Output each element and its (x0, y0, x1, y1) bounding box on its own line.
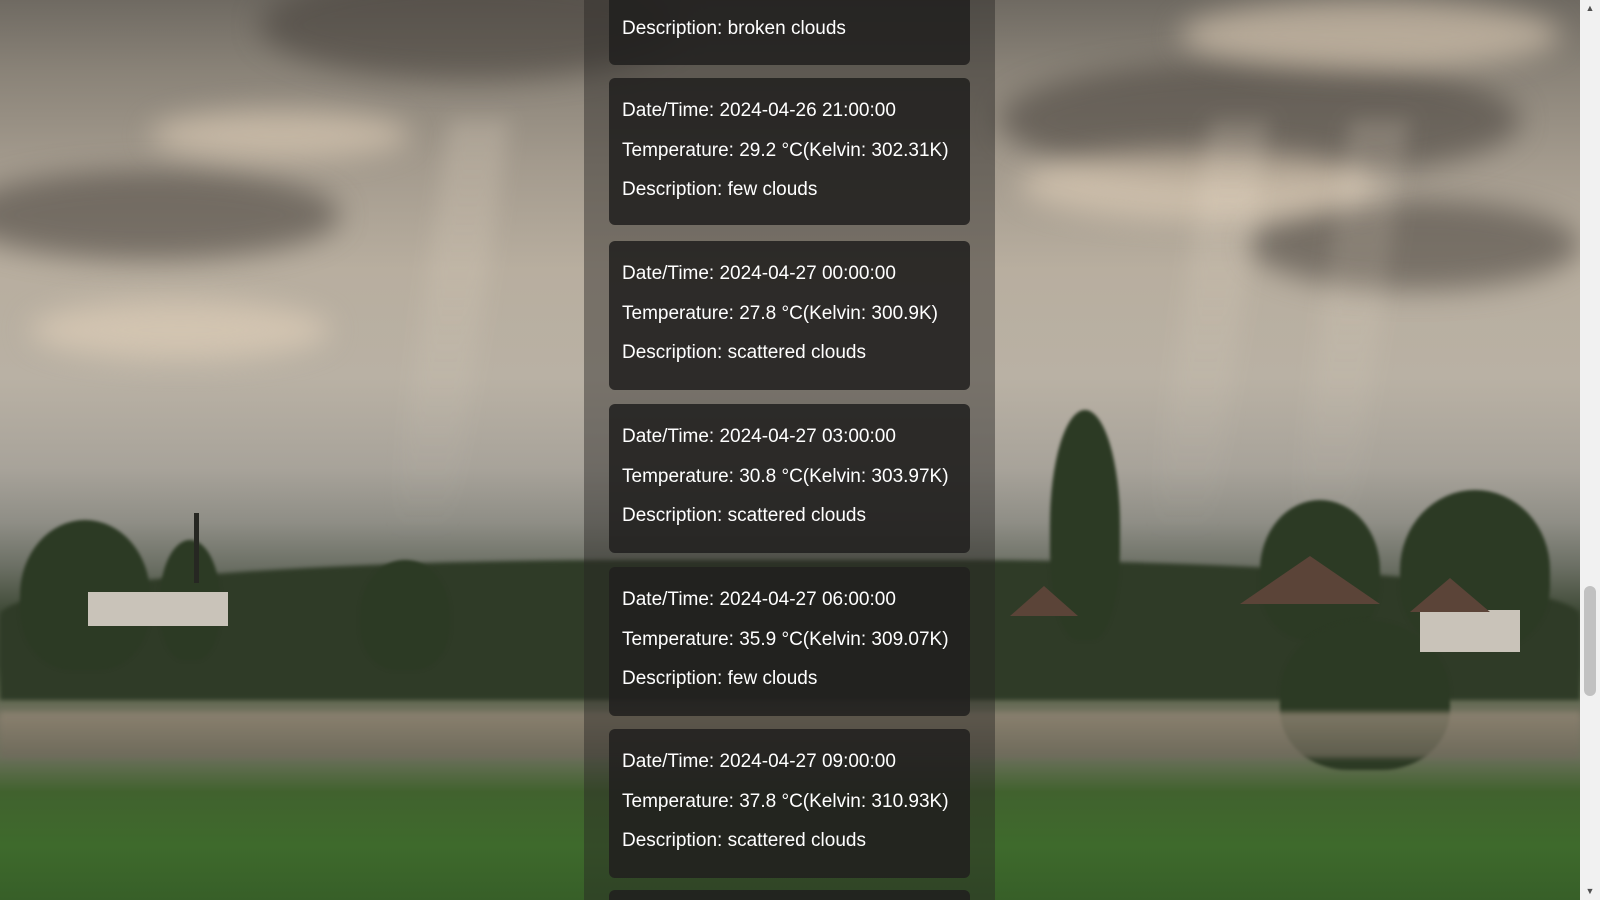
forecast-card: Date/Time: 2024-04-27 09:00:00 Temperatu… (609, 729, 970, 878)
triangle-up-icon[interactable]: ▲ (1580, 0, 1600, 17)
forecast-temperature: Temperature: 35.9 °C(Kelvin: 309.07K) (622, 629, 949, 650)
forecast-temperature: Temperature: 29.2 °C(Kelvin: 302.31K) (622, 140, 949, 161)
forecast-temperature: Temperature: 27.8 °C(Kelvin: 300.9K) (622, 303, 938, 324)
forecast-card: Date/Time: 2024-04-27 06:00:00 Temperatu… (609, 567, 970, 716)
forecast-description: Description: scattered clouds (622, 342, 866, 363)
forecast-description: Description: few clouds (622, 179, 818, 200)
forecast-card: Date/Time: 2024-04-26 21:00:00 Temperatu… (609, 78, 970, 225)
forecast-card: Date/Time: 2024-04-27 03:00:00 Temperatu… (609, 404, 970, 553)
triangle-down-icon[interactable]: ▼ (1580, 883, 1600, 900)
scrollbar-thumb[interactable] (1584, 586, 1596, 696)
forecast-temperature: Temperature: 30.8 °C(Kelvin: 303.97K) (622, 466, 949, 487)
forecast-card (609, 890, 970, 900)
forecast-description: Description: scattered clouds (622, 505, 866, 526)
forecast-datetime: Date/Time: 2024-04-27 03:00:00 (622, 426, 896, 447)
vertical-scrollbar[interactable]: ▲ ▼ (1580, 0, 1600, 900)
forecast-description: Description: broken clouds (622, 18, 846, 39)
forecast-datetime: Date/Time: 2024-04-26 21:00:00 (622, 100, 896, 121)
forecast-description: Description: scattered clouds (622, 830, 866, 851)
forecast-card: Description: broken clouds (609, 0, 970, 65)
forecast-datetime: Date/Time: 2024-04-27 06:00:00 (622, 589, 896, 610)
forecast-datetime: Date/Time: 2024-04-27 00:00:00 (622, 263, 896, 284)
forecast-card: Date/Time: 2024-04-27 00:00:00 Temperatu… (609, 241, 970, 390)
forecast-description: Description: few clouds (622, 668, 818, 689)
forecast-temperature: Temperature: 37.8 °C(Kelvin: 310.93K) (622, 791, 949, 812)
forecast-column: Description: broken clouds Date/Time: 20… (584, 0, 995, 900)
forecast-datetime: Date/Time: 2024-04-27 09:00:00 (622, 751, 896, 772)
